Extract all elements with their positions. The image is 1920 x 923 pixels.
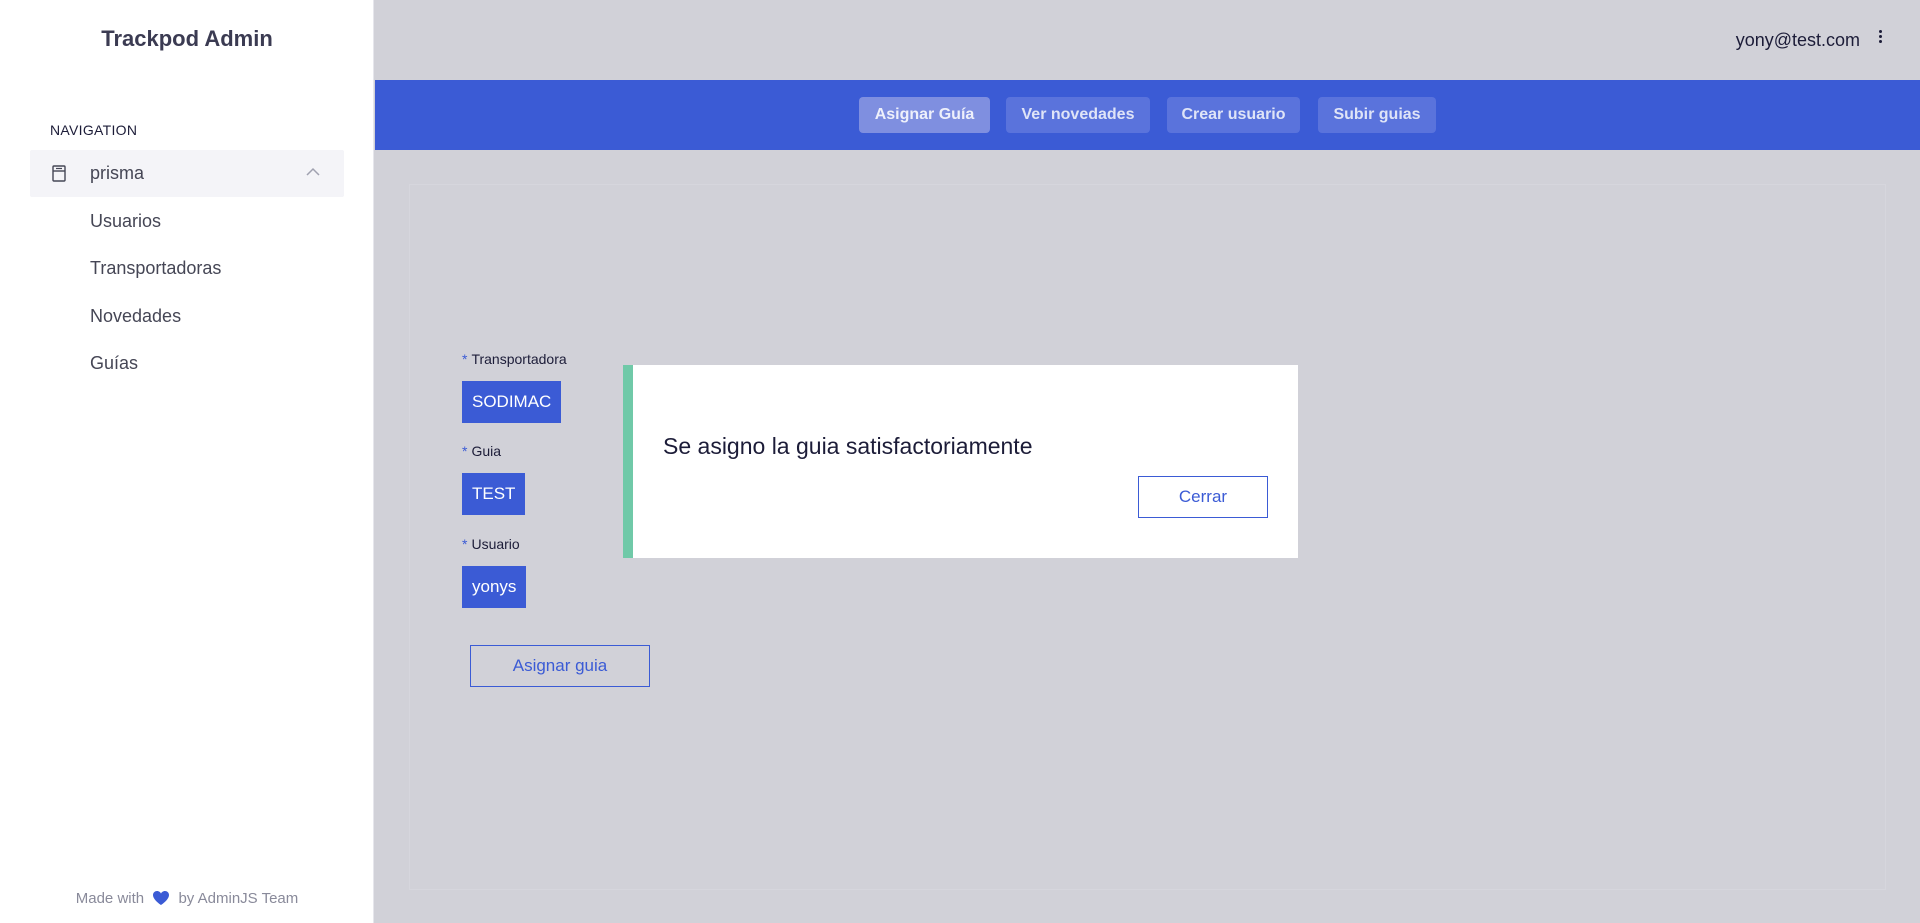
navigation-heading: NAVIGATION (50, 122, 138, 138)
sidebar-item-novedades[interactable]: Novedades (90, 306, 181, 327)
modal-message: Se asigno la guia satisfactoriamente (663, 433, 1033, 459)
sidebar-item-transportadoras[interactable]: Transportadoras (90, 258, 221, 279)
heart-icon (153, 891, 170, 905)
field-label-transportadora: * Transportadora (462, 351, 567, 367)
sidebar-item-guias[interactable]: Guías (90, 353, 138, 374)
chevron-up-icon[interactable] (306, 167, 320, 177)
brand-title[interactable]: Trackpod Admin (0, 26, 374, 52)
required-mark: * (462, 351, 468, 367)
sidebar-group-prisma[interactable]: prisma (30, 150, 344, 197)
sidebar-group-label: prisma (90, 163, 145, 183)
required-mark: * (462, 443, 468, 459)
top-bar: yony@test.com (375, 0, 1920, 80)
tab-crear-usuario[interactable]: Crear usuario (1167, 97, 1300, 133)
footer-prefix: Made with (75, 890, 145, 907)
field-label-usuario: * Usuario (462, 536, 520, 552)
sidebar: Trackpod Admin NAVIGATION prisma Usuario… (0, 0, 374, 923)
transportadora-value[interactable]: SODIMAC (462, 381, 562, 423)
action-bar: Asignar Guía Ver novedades Crear usuario… (375, 80, 1920, 150)
kebab-menu-icon[interactable] (1877, 30, 1883, 46)
user-email[interactable]: yony@test.com (1736, 30, 1860, 51)
sidebar-footer: Made with by AdminJS Team (0, 890, 374, 907)
guia-value[interactable]: TEST (462, 473, 526, 515)
tab-asignar-guia[interactable]: Asignar Guía (859, 97, 990, 133)
assign-guia-button[interactable]: Asignar guia (470, 645, 650, 687)
usuario-value[interactable]: yonys (462, 566, 527, 608)
tab-subir-guias[interactable]: Subir guias (1318, 97, 1436, 133)
sidebar-item-usuarios[interactable]: Usuarios (90, 211, 161, 232)
database-icon (52, 165, 66, 182)
tab-ver-novedades[interactable]: Ver novedades (1006, 97, 1150, 133)
field-label-guia: * Guia (462, 443, 502, 459)
success-modal: Se asigno la guia satisfactoriamente Cer… (623, 365, 1298, 558)
footer-suffix[interactable]: by AdminJS Team (178, 890, 298, 907)
close-button[interactable]: Cerrar (1138, 476, 1268, 518)
required-mark: * (462, 536, 468, 552)
